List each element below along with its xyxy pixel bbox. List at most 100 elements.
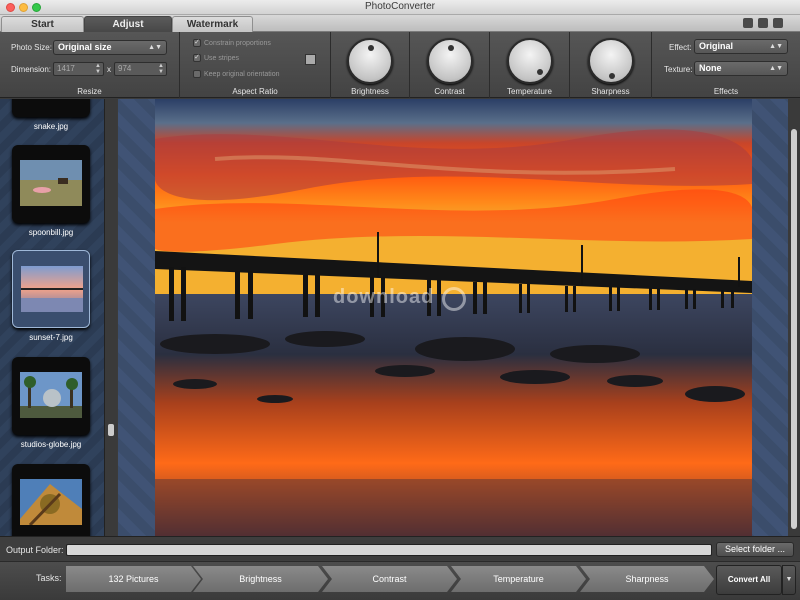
thumbnail-name: snake.jpg [33,122,69,131]
temperature-knob[interactable] [507,38,553,84]
dimension-x-label: x [107,65,111,74]
sunset-thumbnail-image [21,266,83,312]
constrain-proportions-label: Constrain proportions [204,40,271,47]
info-icon[interactable] [758,18,768,28]
watermark-text: download [333,286,435,308]
sharpness-label: Sharpness [591,87,630,96]
height-value: 974 [118,64,132,73]
effect-label: Effect: [669,43,692,52]
knob-indicator-icon [609,73,615,79]
knob-indicator-icon [368,45,374,51]
sidebar-scroll-thumb[interactable] [108,424,114,436]
contrast-knob[interactable] [427,38,473,84]
select-folder-button[interactable]: Select folder ... [716,542,794,557]
output-folder-field[interactable] [66,544,712,556]
dimension-label: Dimension: [11,65,52,74]
thumbnail-sidebar[interactable]: snake.jpg spoonbill.jpg sunset-7.jpg stu… [0,99,104,536]
preview-scrollbar[interactable] [788,99,800,536]
resize-section: Photo Size: Original size ▲▼ Dimension: 1… [0,32,180,98]
thumbnail-item[interactable]: spoonbill.jpg [12,145,90,237]
aspect-ratio-section-label: Aspect Ratio [232,87,278,96]
width-field[interactable]: 1417 ▲ ▼ [53,62,104,76]
thumbnail-name: studios-globe.jpg [20,440,82,449]
title-bar: PhotoConverter [0,0,800,15]
stripe-color-swatch[interactable] [305,54,316,65]
task-sharpness[interactable]: Sharpness [580,566,714,592]
share-icon[interactable] [773,18,783,28]
sidebar-scrollbar[interactable] [104,99,117,536]
task-brightness[interactable]: Brightness [193,566,328,592]
watermark-logo-icon [442,287,466,311]
thumbnail-item[interactable]: studios-globe.jpg [12,357,90,449]
photo-size-value: Original size [58,42,112,52]
knob-indicator-icon [448,45,454,51]
photo-size-label: Photo Size: [11,43,52,52]
stepper-arrows-icon: ▲▼ [769,43,783,50]
photoconverter-window: PhotoConverter Start Adjust Watermark Ph… [0,0,800,600]
photo-canvas [155,99,752,536]
contrast-label: Contrast [434,87,465,96]
tasks-row: Tasks: 132 Pictures Brightness Contrast … [0,561,800,600]
contrast-section: Contrast [410,32,490,98]
tab-start[interactable]: Start [1,16,84,32]
thumbnail-frame [12,99,90,117]
width-value: 1417 [57,64,75,73]
checkmark-icon: ✓ [193,54,201,63]
thumbnail-frame [12,357,90,435]
use-stripes-checkbox[interactable]: ✓ Use stripes [193,54,239,64]
output-folder-label: Output Folder: [6,545,64,555]
keep-orientation-label: Keep original orientation [204,71,280,78]
unchecked-box-icon [193,70,201,79]
thumbnail-item[interactable] [12,464,90,536]
thumbnail-frame [12,250,90,328]
use-stripes-label: Use stripes [204,55,240,62]
texture-label: Texture: [664,65,693,74]
leaves-thumbnail-image [20,479,82,525]
aspect-ratio-section: ✓ Constrain proportions ✓ Use stripes Keep… [180,32,331,98]
thumbnail-name: sunset-7.jpg [29,333,73,342]
effects-section: Effect: Original ▲▼ Texture: None ▲▼ Effec… [652,32,800,98]
stepper-arrows-icon: ▲▼ [148,44,162,51]
spoonbill-thumbnail-image [20,160,82,206]
sharpness-section: Sharpness [570,32,652,98]
brightness-section: Brightness [331,32,410,98]
height-stepper-icon[interactable]: ▲ ▼ [158,63,164,75]
height-field[interactable]: 974 ▲ ▼ [114,62,167,76]
width-stepper-icon[interactable]: ▲ ▼ [95,63,101,75]
sunset-pier-photo: download [155,99,752,536]
effects-section-label: Effects [713,87,739,96]
convert-all-button[interactable]: Convert All [716,565,782,595]
brightness-knob[interactable] [347,38,393,84]
image-preview-area: download [118,99,788,536]
task-pictures[interactable]: 132 Pictures [66,566,201,592]
checkmark-icon: ✓ [193,39,201,48]
temperature-label: Temperature [507,87,552,96]
task-contrast[interactable]: Contrast [322,566,457,592]
constrain-proportions-checkbox[interactable]: ✓ Constrain proportions [193,39,271,49]
studios-globe-thumbnail-image [20,372,82,418]
output-folder-row: Output Folder: Select folder ... [0,536,800,561]
effect-select[interactable]: Original ▲▼ [694,39,788,54]
sharpness-knob[interactable] [588,38,634,84]
brightness-label: Brightness [351,87,389,96]
thumbnail-item-selected[interactable]: sunset-7.jpg [12,250,90,342]
tab-adjust[interactable]: Adjust [84,16,172,32]
window-title: PhotoConverter [364,1,436,12]
task-temperature[interactable]: Temperature [451,566,586,592]
temperature-section: Temperature [490,32,570,98]
thumbnail-item[interactable]: snake.jpg [12,99,90,131]
texture-value: None [699,63,722,73]
preview-scroll-thumb[interactable] [791,129,797,529]
effect-value: Original [699,41,734,51]
convert-dropdown-icon[interactable]: ▼ [782,565,796,595]
stepper-arrows-icon: ▲▼ [769,65,783,72]
tab-watermark[interactable]: Watermark [172,16,253,32]
adjust-toolbar: Photo Size: Original size ▲▼ Dimension: 1… [0,32,800,98]
thumbnail-frame [12,464,90,536]
help-icon[interactable] [743,18,753,28]
texture-select[interactable]: None ▲▼ [694,61,788,76]
resize-section-label: Resize [77,87,102,96]
tasks-label: Tasks: [36,573,62,583]
photo-size-select[interactable]: Original size ▲▼ [53,40,167,55]
keep-orientation-checkbox[interactable]: Keep original orientation [193,70,280,80]
